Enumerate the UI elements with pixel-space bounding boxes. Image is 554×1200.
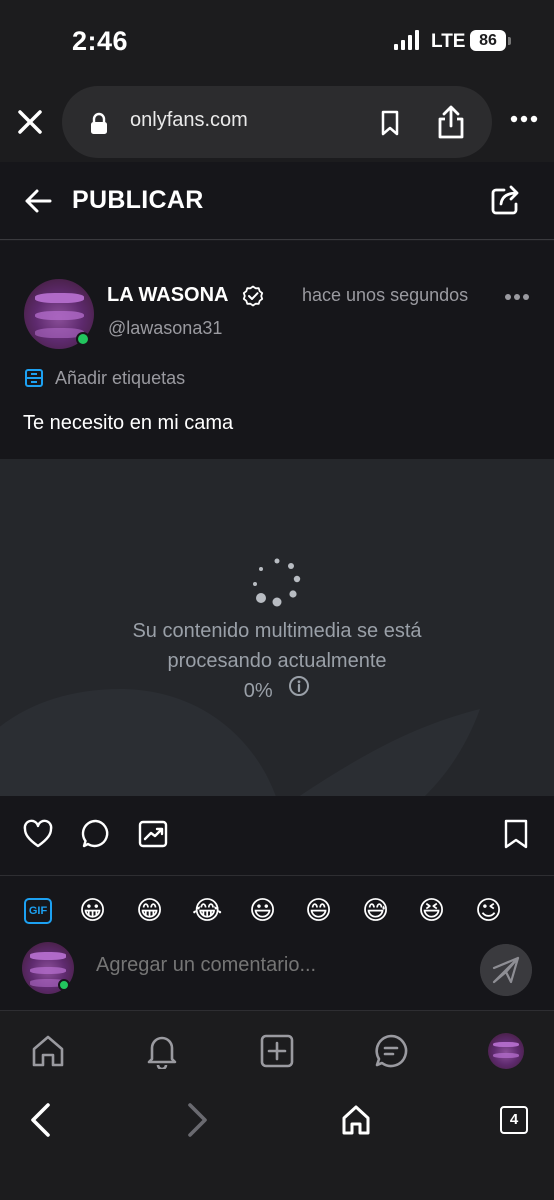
bookmark-icon[interactable] (380, 110, 400, 136)
status-bar: 2:46 LTE 86 (0, 0, 554, 78)
post-text: Te necesito en mi cama (23, 412, 234, 434)
home-icon[interactable] (30, 1033, 66, 1069)
lock-icon (91, 112, 107, 134)
emoji-beaming[interactable]: 😁 (136, 894, 163, 928)
send-icon[interactable] (480, 944, 532, 996)
bottom-nav (0, 1010, 554, 1090)
battery-tip (508, 37, 511, 45)
loading-spinner-icon (253, 558, 301, 607)
online-indicator (76, 332, 90, 346)
close-icon[interactable] (16, 108, 44, 136)
processing-message: Su contenido multimedia se está procesan… (132, 620, 422, 672)
author-name[interactable]: LA WASONA (107, 284, 228, 307)
more-options-icon[interactable] (510, 114, 538, 124)
tag-icon (25, 369, 43, 387)
battery-icon: 86 (470, 30, 506, 51)
browser-nav: 4 (0, 1090, 554, 1200)
share-icon[interactable] (436, 104, 466, 140)
browser-back-icon[interactable] (28, 1102, 52, 1138)
new-post-icon[interactable] (259, 1033, 295, 1069)
comment-bubble-icon[interactable] (80, 818, 112, 850)
url-text[interactable]: onlyfans.com (130, 109, 248, 132)
page-header: PUBLICAR (0, 162, 554, 240)
browser-forward-icon[interactable] (186, 1102, 210, 1138)
comment-section: GIF 😀 😁 😂 😃 😄 😅 😆 😉 (0, 876, 554, 1010)
browser-home-icon[interactable] (340, 1104, 372, 1136)
progress-value: 0% (243, 680, 273, 703)
emoji-sweat-smile[interactable]: 😅 (362, 894, 389, 928)
tabs-button[interactable]: 4 (500, 1106, 528, 1134)
comment-input[interactable] (96, 954, 456, 977)
tabs-count: 4 (509, 1111, 519, 1128)
messages-icon[interactable] (373, 1033, 409, 1069)
emoji-bar: GIF 😀 😁 😂 😃 😄 😅 😆 😉 (24, 894, 524, 928)
commenter-online-indicator (58, 979, 70, 991)
profile-avatar[interactable] (488, 1033, 524, 1069)
author-handle[interactable]: @lawasona31 (108, 318, 222, 339)
browser-toolbar: onlyfans.com (0, 78, 554, 162)
post-actions (0, 796, 554, 876)
post-time: hace unos segundos (302, 285, 469, 305)
emoji-tears-of-joy[interactable]: 😂 (192, 894, 222, 928)
share-post-icon[interactable] (490, 184, 522, 216)
back-arrow-icon[interactable] (24, 188, 52, 214)
post-options-icon[interactable] (504, 293, 530, 301)
info-icon[interactable] (288, 675, 310, 697)
verified-badge-icon (242, 285, 264, 307)
gif-button[interactable]: GIF (24, 898, 52, 924)
media-placeholder: Su contenido multimedia se está procesan… (0, 459, 554, 796)
tip-stats-icon[interactable] (137, 818, 169, 850)
emoji-smiley[interactable]: 😃 (249, 894, 276, 928)
post-card: LA WASONA hace unos segundos @lawasona31… (0, 241, 554, 459)
emoji-laughing[interactable]: 😆 (418, 894, 445, 928)
network-type: LTE (431, 31, 466, 52)
signal-icon (394, 30, 419, 50)
address-bar[interactable]: onlyfans.com (62, 86, 492, 158)
processing-progress: 0% (0, 675, 554, 703)
status-time: 2:46 (72, 26, 129, 56)
add-tags-link[interactable]: Añadir etiquetas (55, 368, 185, 389)
notifications-bell-icon[interactable] (144, 1033, 180, 1069)
like-heart-icon[interactable] (22, 818, 54, 850)
bookmark-post-icon[interactable] (500, 818, 532, 850)
emoji-wink[interactable]: 😉 (475, 894, 502, 928)
page-title: PUBLICAR (72, 186, 204, 214)
emoji-smile[interactable]: 😄 (305, 894, 332, 928)
emoji-grinning[interactable]: 😀 (79, 894, 106, 928)
